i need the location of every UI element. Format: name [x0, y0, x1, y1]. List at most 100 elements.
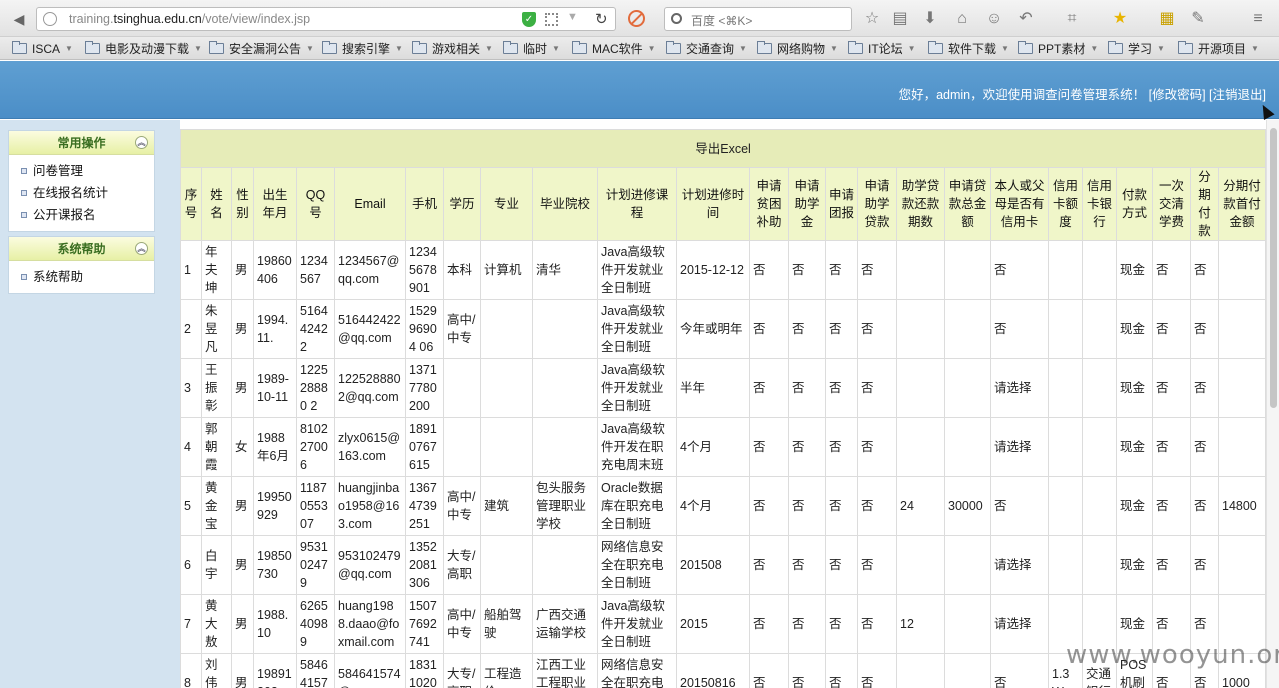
change-password-link[interactable]: [修改密码] [1149, 88, 1206, 102]
table-cell: 7 [180, 594, 202, 654]
table-cell: 否 [990, 476, 1049, 536]
bookmark-folder[interactable]: 临时 ▼ [503, 41, 560, 56]
table-cell [1217, 358, 1266, 418]
table-cell [480, 535, 533, 595]
qr-code-icon[interactable] [545, 13, 558, 26]
bookmark-folder[interactable]: 交通查询 ▼ [666, 41, 747, 56]
bookmark-folder[interactable]: MAC软件 ▼ [572, 41, 656, 56]
table-cell: 否 [788, 476, 826, 536]
download-icon[interactable]: ⬇ [920, 9, 940, 29]
sidebar-item-registration-stats[interactable]: 在线报名统计 [9, 182, 154, 204]
table-cell: 152996904 06 [405, 299, 444, 359]
table-cell: 否 [825, 299, 858, 359]
table-cell: 18311020719 [405, 653, 444, 688]
table-cell: 否 [825, 476, 858, 536]
table-cell: 否 [749, 240, 789, 300]
bookmark-folder[interactable]: 搜索引擎 ▼ [322, 41, 403, 56]
table-cell: 2015 [676, 594, 750, 654]
dropdown-icon[interactable]: ▼ [567, 11, 578, 23]
table-cell: 包头服务管理职业学校 [532, 476, 598, 536]
grid-icon[interactable]: ▦ [1157, 9, 1177, 29]
crop-icon[interactable]: ⌗ [1062, 9, 1082, 29]
column-header: Email [334, 167, 406, 241]
table-cell [944, 535, 991, 595]
table-cell [480, 358, 533, 418]
reload-icon[interactable]: ↻ [595, 10, 608, 28]
table-cell: 24 [896, 476, 945, 536]
table-cell: 否 [1190, 417, 1219, 477]
table-cell: 否 [857, 417, 897, 477]
bookmark-folder[interactable]: 电影及动漫下载 ▼ [85, 41, 202, 56]
column-header: 一次交清学费 [1152, 167, 1191, 241]
search-input[interactable]: 百度 <⌘K> [664, 7, 852, 31]
folder-icon [1108, 41, 1123, 54]
favorite-star-icon[interactable]: ★ [1110, 9, 1130, 29]
menu-icon[interactable]: ≡ [1248, 9, 1268, 29]
table-cell: 否 [857, 240, 897, 300]
panel-header[interactable]: 常用操作 ︽ [9, 131, 154, 155]
table-cell [944, 358, 991, 418]
table-cell: 953102479@qq.com [334, 535, 406, 595]
bookmark-folder[interactable]: IT论坛 ▼ [848, 41, 916, 56]
table-cell: 1225288802@qq.com [334, 358, 406, 418]
sidebar-item-public-course[interactable]: 公开课报名 [9, 204, 154, 226]
scroll-thumb[interactable] [1270, 128, 1277, 408]
sidebar-item-survey-management[interactable]: 问卷管理 [9, 160, 154, 182]
column-header: 手机 [405, 167, 444, 241]
bookmark-folder[interactable]: 游戏相关 ▼ [412, 41, 493, 56]
block-icon[interactable] [628, 10, 645, 27]
chat-icon[interactable]: ☺ [984, 9, 1004, 29]
collapse-icon[interactable]: ︽ [135, 136, 148, 149]
back-icon[interactable]: ◀ [8, 8, 30, 30]
reading-list-icon[interactable]: ▤ [890, 9, 910, 29]
table-cell: 计算机 [480, 240, 533, 300]
search-placeholder: 百度 <⌘K> [691, 14, 753, 28]
table-cell: 201508 [676, 535, 750, 595]
table-cell: 男 [231, 476, 254, 536]
bookmark-folder[interactable]: 学习 ▼ [1108, 41, 1165, 56]
bookmark-folder[interactable]: ISCA ▼ [12, 41, 73, 56]
table-cell [480, 417, 533, 477]
folder-icon [928, 41, 943, 54]
column-header: 本人或父母是否有信用卡 [990, 167, 1049, 241]
table-cell: 58464157 4 [296, 653, 335, 688]
panel-header[interactable]: 系统帮助 ︽ [9, 237, 154, 261]
table-cell: 1234567@qq.com [334, 240, 406, 300]
table-cell: 半年 [676, 358, 750, 418]
table-cell: 男 [231, 358, 254, 418]
table-cell: 否 [825, 240, 858, 300]
table-cell: 否 [788, 417, 826, 477]
scrollbar[interactable] [1266, 120, 1279, 688]
extension-icon[interactable]: ✎ [1188, 9, 1208, 29]
undo-icon[interactable]: ↶ [1016, 9, 1036, 29]
home-icon[interactable]: ⌂ [952, 9, 972, 29]
table-cell: 62654098 9 [296, 594, 335, 654]
sidebar-item-system-help[interactable]: 系统帮助 [9, 266, 154, 288]
star-icon[interactable]: ☆ [862, 9, 882, 29]
main-content: 导出Excel 序号 姓名 性别 出生年月 QQ号 Email 手机 学历 专业 毕业院校 计划进修… [180, 120, 1266, 688]
table-cell [1048, 417, 1083, 477]
bookmark-folder[interactable]: 网络购物 ▼ [757, 41, 838, 56]
column-header: 付款方式 [1116, 167, 1153, 241]
app-header: 您好，admin，欢迎使用调查问卷管理系统！ [修改密码] [注销退出] [0, 61, 1279, 119]
bookmark-folder[interactable]: PPT素材 ▼ [1018, 41, 1098, 56]
table-cell: 4个月 [676, 417, 750, 477]
table-cell [1217, 535, 1266, 595]
table-cell: Java高级软件开发就业全日制班 [597, 240, 677, 300]
table-cell: 否 [857, 476, 897, 536]
address-bar[interactable]: training.tsinghua.edu.cn/vote/view/index… [36, 7, 616, 31]
table-cell: 30000 [944, 476, 991, 536]
table-cell [443, 417, 481, 477]
table-cell: 1234567 [296, 240, 335, 300]
table-cell: 否 [749, 476, 789, 536]
table-cell: 高中/中专 [443, 299, 481, 359]
table-row: 2 朱昱凡男 1994.11. 51644242 2 516442422@qq.com 1… [180, 299, 1266, 359]
bookmark-folder[interactable]: 软件下载 ▼ [928, 41, 1009, 56]
collapse-icon[interactable]: ︽ [135, 242, 148, 255]
logout-link[interactable]: [注销退出] [1209, 88, 1266, 102]
table-cell [944, 299, 991, 359]
bookmark-folder[interactable]: 开源项目 ▼ [1178, 41, 1259, 56]
export-excel-button[interactable]: 导出Excel [180, 129, 1266, 168]
bookmark-folder[interactable]: 安全漏洞公告 ▼ [209, 41, 314, 56]
table-cell: 否 [788, 535, 826, 595]
